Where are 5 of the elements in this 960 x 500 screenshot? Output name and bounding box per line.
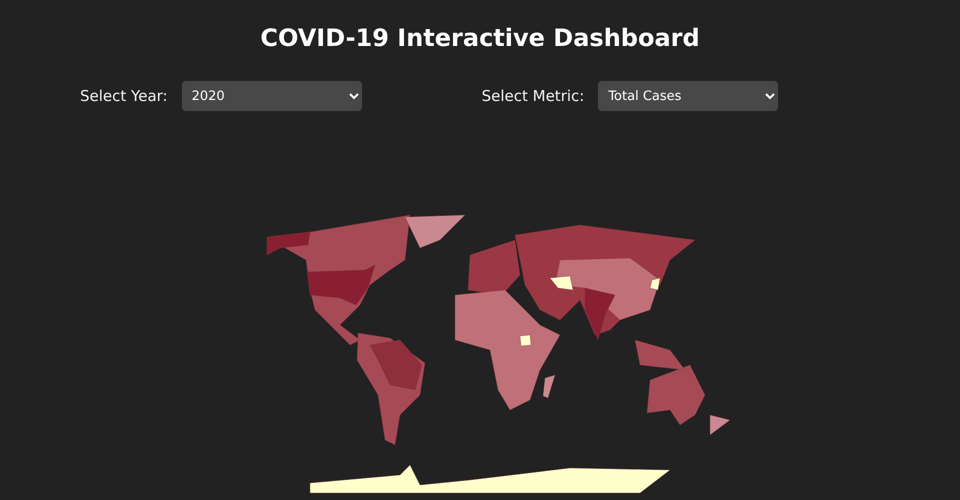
select-label: Select Metric: — [482, 87, 584, 105]
metric-select[interactable]: Total Cases — [598, 81, 778, 111]
select-label: Select Year: — [80, 87, 168, 105]
year-select[interactable]: 2020 — [182, 81, 362, 111]
dashboard-title: COVID-19 Interactive Dashboard — [259, 23, 701, 54]
